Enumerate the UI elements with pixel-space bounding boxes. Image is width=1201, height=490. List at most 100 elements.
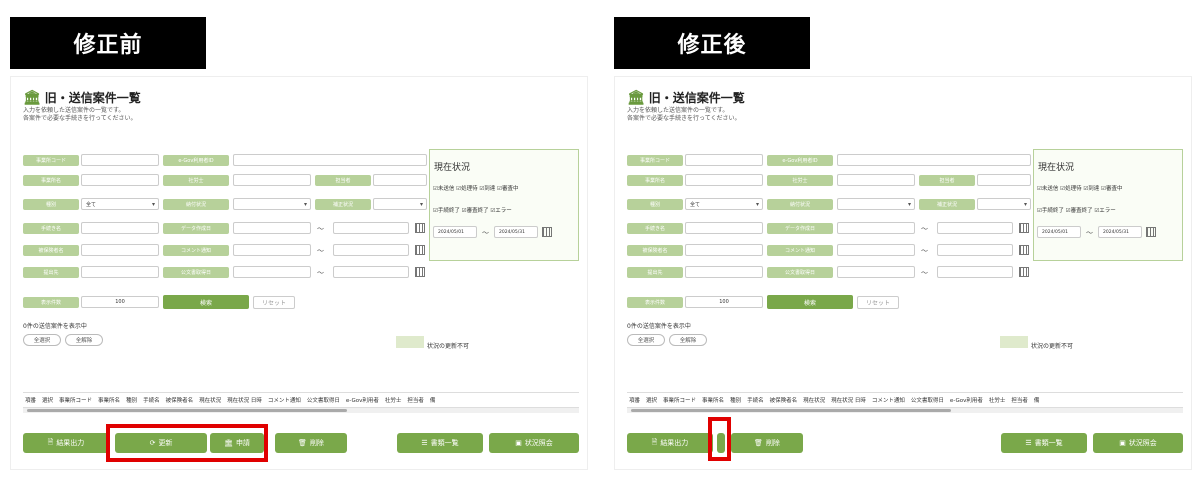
egov-user-id-input[interactable] [233, 154, 427, 166]
submit-to-input[interactable] [685, 266, 763, 278]
result-count: 0件の送信案件を表示中 [627, 323, 691, 330]
calendar-icon[interactable] [415, 267, 425, 277]
comment-notice-to[interactable] [333, 244, 409, 256]
status-inquiry-button[interactable]: ▣ 状況照会 [489, 433, 579, 453]
status-checkboxes-row2[interactable]: ☑手続終了 ☑審査終了 ☑エラー [1037, 206, 1116, 214]
official-doc-date-to[interactable] [333, 266, 409, 278]
export-results-button[interactable]: 🗎 結果出力 [23, 433, 109, 453]
horizontal-scrollbar[interactable] [23, 408, 579, 413]
delete-button[interactable]: 🗑 削除 [275, 433, 347, 453]
horizontal-scrollbar[interactable] [627, 408, 1183, 413]
labor-consultant-input[interactable] [837, 174, 915, 186]
calendar-icon[interactable] [1019, 223, 1029, 233]
procedure-name-input[interactable] [81, 222, 159, 234]
legend-swatch [1000, 336, 1028, 348]
staff-input[interactable] [977, 174, 1031, 186]
staff-input[interactable] [373, 174, 427, 186]
submit-to-label: 提出先 [627, 267, 683, 278]
data-created-from[interactable] [837, 222, 915, 234]
office-code-input[interactable] [685, 154, 763, 166]
type-select[interactable]: 全て [685, 198, 763, 210]
calendar-icon[interactable] [415, 223, 425, 233]
before-panel: 修正前 🏛 旧・送信案件一覧 入力を依頼した送信案件の一覧です。 各案件で必要な手続… [0, 0, 590, 490]
calendar-icon[interactable] [415, 245, 425, 255]
bank-icon: 🏛 [23, 89, 41, 106]
correction-status-select[interactable] [373, 198, 427, 210]
display-count-label: 表示件数 [627, 297, 683, 308]
submit-to-label: 提出先 [23, 267, 79, 278]
official-doc-date-from[interactable] [837, 266, 915, 278]
delete-button[interactable]: 🗑 削除 [731, 433, 803, 453]
insured-name-input[interactable] [81, 244, 159, 256]
input-status-label: 納付状況 [767, 199, 833, 210]
type-label: 種別 [23, 199, 79, 210]
insured-name-input[interactable] [685, 244, 763, 256]
office-name-input[interactable] [81, 174, 159, 186]
correction-status-select[interactable] [977, 198, 1031, 210]
comment-notice-from[interactable] [233, 244, 311, 256]
input-status-select[interactable] [837, 198, 915, 210]
select-all-button[interactable]: 全選択 [23, 334, 61, 346]
status-checkboxes-row2[interactable]: ☑手続終了 ☑審査終了 ☑エラー [433, 206, 512, 214]
reset-button[interactable]: リセット [253, 296, 295, 309]
deselect-all-button[interactable]: 全解除 [65, 334, 103, 346]
data-created-to[interactable] [937, 222, 1013, 234]
deselect-all-button[interactable]: 全解除 [669, 334, 707, 346]
official-doc-date-from[interactable] [233, 266, 311, 278]
status-date-to[interactable]: 2024/05/31 [494, 226, 538, 238]
legend-text: 状況の更新不可 [427, 343, 470, 350]
correction-status-label: 補正状況 [315, 199, 371, 210]
page-title: 🏛 旧・送信案件一覧 [23, 89, 141, 106]
comment-notice-label: コメント通知 [767, 245, 833, 256]
labor-consultant-input[interactable] [233, 174, 311, 186]
input-status-select[interactable] [233, 198, 311, 210]
comment-notice-to[interactable] [937, 244, 1013, 256]
document-list-button[interactable]: ☰ 書類一覧 [397, 433, 483, 453]
highlight-box [708, 417, 731, 461]
calendar-icon[interactable] [1019, 245, 1029, 255]
calendar-icon[interactable] [542, 227, 552, 237]
display-count-label: 表示件数 [23, 297, 79, 308]
list-icon: ☰ [421, 439, 428, 447]
status-checkboxes-row1[interactable]: ☑未送信 ☑処理待 ☑到達 ☑審査中 [433, 184, 518, 192]
export-results-button[interactable]: 🗎 結果出力 [627, 433, 713, 453]
calendar-icon[interactable] [1146, 227, 1156, 237]
status-inquiry-button[interactable]: ▣ 状況照会 [1093, 433, 1183, 453]
display-count-input[interactable]: 100 [81, 296, 159, 308]
reset-button[interactable]: リセット [857, 296, 899, 309]
office-name-input[interactable] [685, 174, 763, 186]
labor-consultant-label: 社労士 [163, 175, 229, 186]
after-header: 修正後 [614, 17, 810, 69]
status-date-from[interactable]: 2024/05/01 [1037, 226, 1081, 238]
egov-user-id-input[interactable] [837, 154, 1031, 166]
type-select[interactable]: 全て [81, 198, 159, 210]
status-date-to[interactable]: 2024/05/31 [1098, 226, 1142, 238]
select-all-button[interactable]: 全選択 [627, 334, 665, 346]
calendar-icon[interactable] [1019, 267, 1029, 277]
egov-user-id-label: e-Gov利用者ID [163, 155, 229, 166]
status-title: 現在状況 [434, 163, 471, 173]
search-button[interactable]: 検索 [767, 295, 853, 309]
procedure-name-label: 手続き名 [627, 223, 683, 234]
search-button[interactable]: 検索 [163, 295, 249, 309]
comment-notice-from[interactable] [837, 244, 915, 256]
procedure-name-input[interactable] [685, 222, 763, 234]
official-doc-date-to[interactable] [937, 266, 1013, 278]
status-date-from[interactable]: 2024/05/01 [433, 226, 477, 238]
staff-label: 担当者 [919, 175, 975, 186]
data-created-label: データ作成日 [163, 223, 229, 234]
highlight-box [106, 424, 268, 462]
submit-to-input[interactable] [81, 266, 159, 278]
status-checkboxes-row1[interactable]: ☑未送信 ☑処理待 ☑到達 ☑審査中 [1037, 184, 1122, 192]
display-count-input[interactable]: 100 [685, 296, 763, 308]
data-created-from[interactable] [233, 222, 311, 234]
legend-text: 状況の更新不可 [1031, 343, 1074, 350]
office-code-input[interactable] [81, 154, 159, 166]
before-header: 修正前 [10, 17, 206, 69]
document-list-button[interactable]: ☰ 書類一覧 [1001, 433, 1087, 453]
input-status-label: 納付状況 [163, 199, 229, 210]
type-label: 種別 [627, 199, 683, 210]
status-panel: 現在状況 ☑未送信 ☑処理待 ☑到達 ☑審査中 ☑手続終了 ☑審査終了 ☑エラー… [1033, 149, 1183, 261]
data-created-to[interactable] [333, 222, 409, 234]
comment-notice-label: コメント通知 [163, 245, 229, 256]
